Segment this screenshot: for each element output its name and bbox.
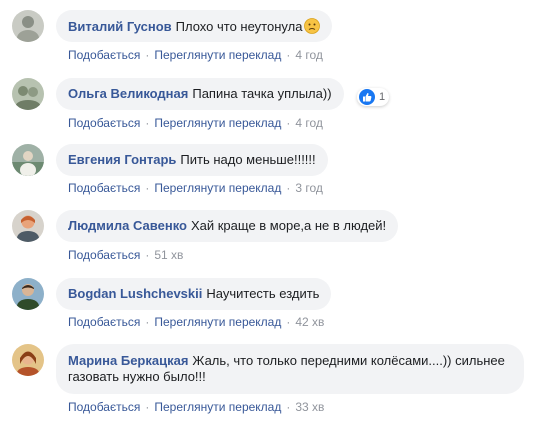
comment-author[interactable]: Bogdan Lushchevskii bbox=[68, 286, 202, 301]
avatar[interactable] bbox=[12, 210, 44, 242]
comment-author[interactable]: Евгения Гонтарь bbox=[68, 152, 176, 167]
comment-author[interactable]: Людмила Савенко bbox=[68, 218, 187, 233]
comment-actions: Подобається · Переглянути переклад · 33 хв bbox=[68, 400, 324, 414]
comment-actions: Подобається · Переглянути переклад · 3 год bbox=[68, 181, 323, 195]
avatar[interactable] bbox=[12, 144, 44, 176]
avatar[interactable] bbox=[12, 344, 44, 376]
comment-text: Пить надо меньше!!!!!! bbox=[180, 152, 316, 167]
separator: · bbox=[286, 315, 291, 329]
timestamp[interactable]: 42 хв bbox=[295, 315, 324, 329]
translate-link[interactable]: Переглянути переклад bbox=[154, 48, 281, 62]
separator: · bbox=[145, 315, 150, 329]
separator: · bbox=[286, 48, 291, 62]
comment-bubble: Bogdan Lushchevskii Научитесть ездить bbox=[56, 278, 332, 310]
like-link[interactable]: Подобається bbox=[68, 181, 140, 195]
comment-author[interactable]: Ольга Великодная bbox=[68, 86, 188, 101]
like-icon bbox=[359, 89, 375, 105]
separator: · bbox=[145, 400, 150, 414]
comment-text: Хай краще в море,а не в людей! bbox=[190, 218, 387, 233]
avatar[interactable] bbox=[12, 78, 44, 110]
like-link[interactable]: Подобається bbox=[68, 116, 140, 130]
separator: · bbox=[145, 248, 150, 262]
comment-bubble: Марина Беркацкая Жаль, что только передни… bbox=[56, 344, 524, 394]
comment-author[interactable]: Виталий Гуснов bbox=[68, 19, 172, 34]
comment-actions: Подобається · Переглянути переклад · 4 год bbox=[68, 48, 323, 62]
translate-link[interactable]: Переглянути переклад bbox=[154, 181, 281, 195]
reaction-count[interactable]: 1 bbox=[357, 88, 390, 106]
reaction-count-value: 1 bbox=[379, 91, 386, 103]
comment-bubble: Евгения Гонтарь Пить надо меньше!!!!!! bbox=[56, 144, 328, 176]
translate-link[interactable]: Переглянути переклад bbox=[154, 116, 281, 130]
comment-bubble: Виталий Гуснов Плохо что неутонула bbox=[56, 10, 333, 42]
separator: · bbox=[286, 400, 291, 414]
like-link[interactable]: Подобається bbox=[68, 48, 140, 62]
avatar[interactable] bbox=[12, 278, 44, 310]
comment-actions: Подобається · Переглянути переклад · 42 хв bbox=[68, 315, 324, 329]
timestamp[interactable]: 4 год bbox=[295, 116, 323, 130]
separator: · bbox=[145, 116, 150, 130]
comment-author[interactable]: Марина Беркацкая bbox=[68, 353, 188, 368]
timestamp[interactable]: 3 год bbox=[295, 181, 323, 195]
avatar[interactable] bbox=[12, 10, 44, 42]
timestamp[interactable]: 51 хв bbox=[154, 248, 183, 262]
comment-bubble: Людмила Савенко Хай краще в море,а не в л… bbox=[56, 210, 399, 242]
comment-text: Папина тачка уплыла)) bbox=[192, 86, 332, 101]
translate-link[interactable]: Переглянути переклад bbox=[154, 315, 281, 329]
comment-text: Научитесть ездить bbox=[206, 286, 320, 301]
like-link[interactable]: Подобається bbox=[68, 248, 140, 262]
confused-face-icon bbox=[304, 18, 321, 34]
separator: · bbox=[286, 181, 291, 195]
like-link[interactable]: Подобається bbox=[68, 400, 140, 414]
like-link[interactable]: Подобається bbox=[68, 315, 140, 329]
separator: · bbox=[286, 116, 291, 130]
timestamp[interactable]: 4 год bbox=[295, 48, 323, 62]
translate-link[interactable]: Переглянути переклад bbox=[154, 400, 281, 414]
comment-text: Плохо что неутонула bbox=[175, 19, 303, 34]
timestamp[interactable]: 33 хв bbox=[295, 400, 324, 414]
comment-bubble: Ольга Великодная Папина тачка уплыла)) bbox=[56, 78, 344, 110]
separator: · bbox=[145, 181, 150, 195]
comment-actions: Подобається · 51 хв bbox=[68, 248, 183, 262]
comment-actions: Подобається · Переглянути переклад · 4 год bbox=[68, 116, 323, 130]
separator: · bbox=[145, 48, 150, 62]
